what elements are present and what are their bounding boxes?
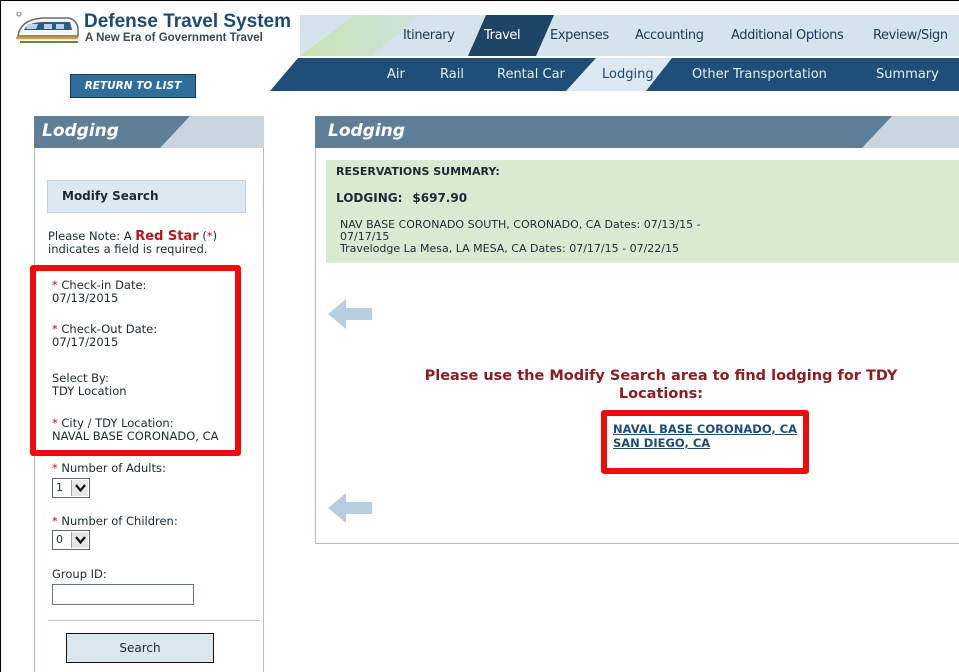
- left-panel-divider: [48, 620, 260, 621]
- children-label: * Number of Children:: [52, 514, 178, 528]
- tab-travel[interactable]: Travel: [484, 15, 521, 56]
- dts-logo: Defense Travel System A New Era of Gover…: [14, 11, 304, 48]
- subtab-rail[interactable]: Rail: [440, 58, 464, 91]
- note-prefix: Please Note: A: [48, 229, 136, 243]
- subtab-lodging[interactable]: Lodging: [602, 58, 654, 91]
- logo-title: Defense Travel System: [84, 11, 292, 32]
- adults-select[interactable]: 1: [52, 478, 90, 498]
- logo-subtitle: A New Era of Government Travel: [85, 32, 263, 44]
- summary-title: RESERVATIONS SUMMARY:: [336, 165, 500, 178]
- subtab-rental-car[interactable]: Rental Car: [497, 58, 565, 91]
- subtab-summary[interactable]: Summary: [876, 58, 939, 91]
- lodging-instruction-message: Please use the Modify Search area to fin…: [424, 368, 898, 402]
- return-to-list-button[interactable]: RETURN TO LIST: [70, 74, 196, 98]
- subtab-air[interactable]: Air: [387, 58, 405, 91]
- tab-additional-options[interactable]: Additional Options: [731, 15, 844, 56]
- summary-lodging-total: LODGING: $697.90: [336, 191, 468, 205]
- reservations-summary: RESERVATIONS SUMMARY: LODGING: $697.90 NA…: [326, 160, 959, 263]
- back-arrow-icon[interactable]: [326, 297, 372, 331]
- left-panel-title: Lodging: [42, 121, 119, 141]
- children-select[interactable]: 0: [52, 530, 90, 550]
- children-select-value: 0: [56, 533, 63, 546]
- tab-itinerary[interactable]: Itinerary: [403, 15, 455, 56]
- highlight-box-search-fields: [30, 265, 241, 456]
- chevron-down-icon: [71, 480, 88, 496]
- group-id-input[interactable]: [52, 584, 194, 605]
- search-button[interactable]: Search: [66, 633, 214, 663]
- required-note: Please Note: A Red Star (*) indicates a …: [48, 230, 248, 256]
- train-logo-icon: [16, 12, 79, 43]
- tab-expenses[interactable]: Expenses: [550, 15, 609, 56]
- adults-select-value: 1: [56, 481, 63, 494]
- subtab-other-transportation[interactable]: Other Transportation: [692, 58, 827, 91]
- frame-top-border: [0, 0, 959, 1]
- back-arrow-icon[interactable]: [326, 491, 372, 525]
- frame-left-border: [0, 0, 1, 672]
- tab-review-sign[interactable]: Review/Sign: [873, 15, 948, 56]
- note-paren: (: [198, 229, 207, 243]
- modify-search-heading: Modify Search: [47, 180, 246, 213]
- summary-item: Travelodge La Mesa, LA MESA, CA Dates: 0…: [340, 242, 679, 255]
- highlight-box-locations: [601, 410, 809, 474]
- summary-item: NAV BASE CORONADO SOUTH, CORONADO, CA Da…: [340, 218, 701, 231]
- tab-accounting[interactable]: Accounting: [635, 15, 704, 56]
- group-id-label: Group ID:: [52, 567, 107, 581]
- chevron-down-icon: [71, 532, 88, 548]
- main-panel-title: Lodging: [328, 121, 405, 141]
- adults-label: * Number of Adults:: [52, 461, 166, 475]
